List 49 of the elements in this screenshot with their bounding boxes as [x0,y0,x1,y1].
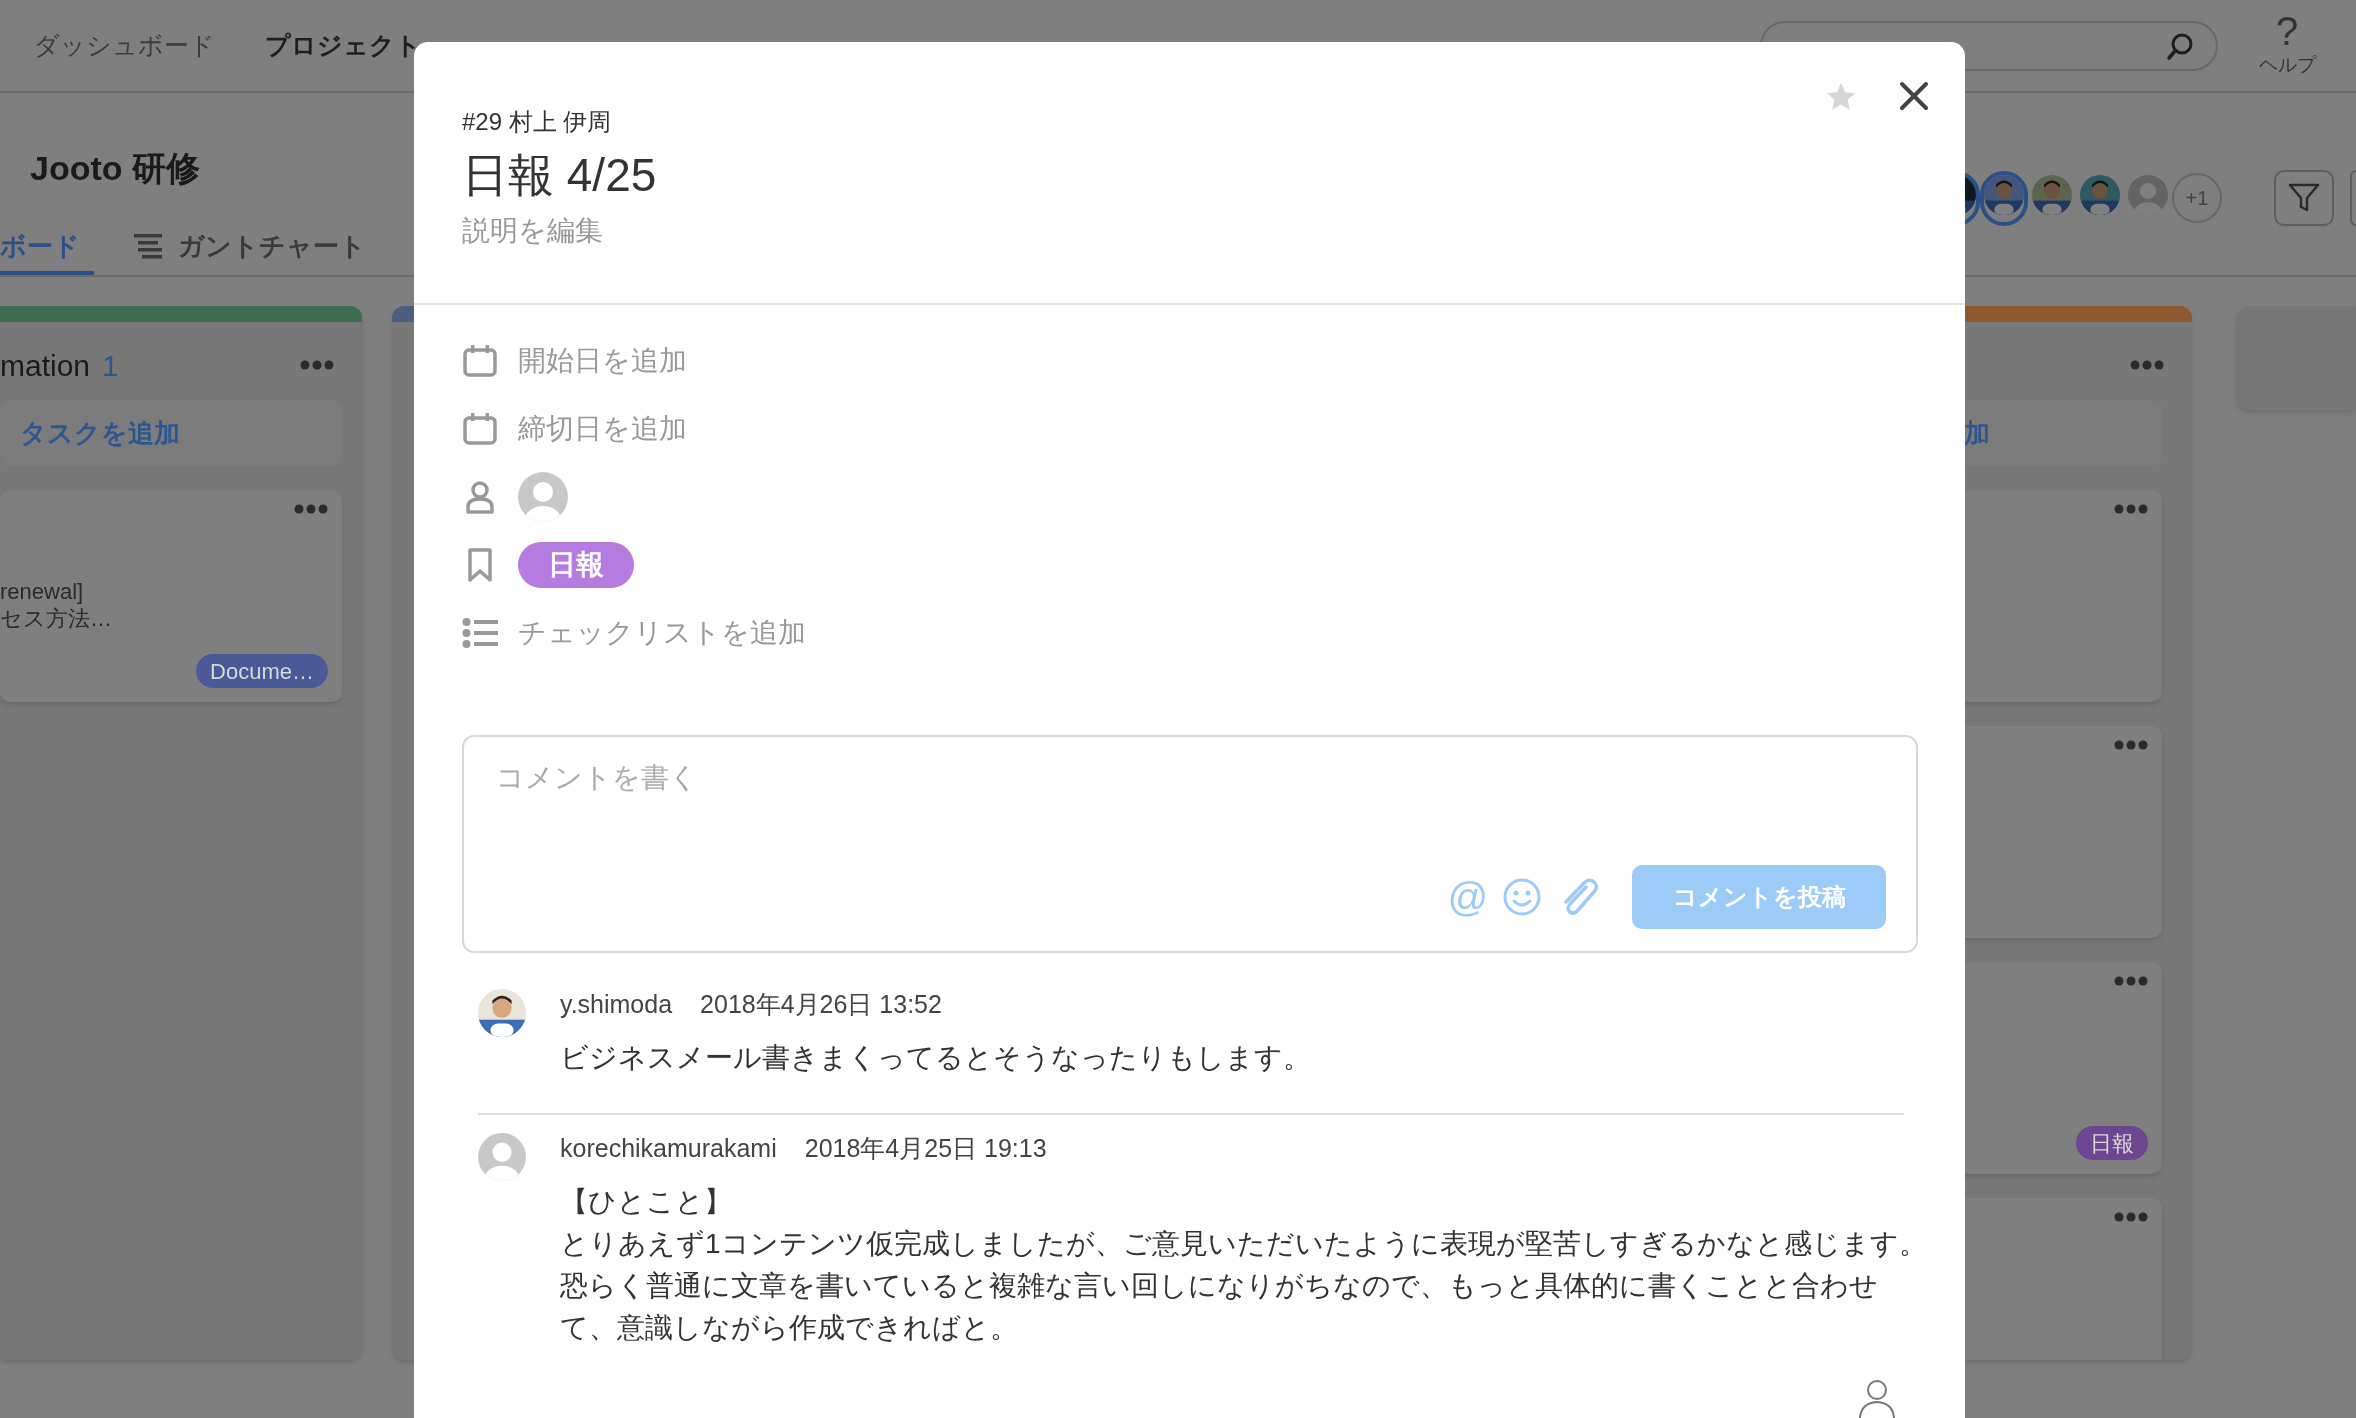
task-card[interactable]: renewal] セス方法… Docume… [0,490,342,702]
more-icon[interactable] [2114,740,2148,750]
more-icon[interactable] [294,504,328,514]
user-avatar [478,1133,526,1181]
comment-time: 2018年4月26日 13:52 [700,989,942,1021]
add-task-button[interactable]: タスクを追加 [0,400,342,466]
card-text: renewal] [0,578,84,605]
user-icon[interactable] [1858,1378,1896,1418]
more-icon[interactable] [300,360,334,370]
member-avatar[interactable] [1980,170,2028,226]
help-button[interactable]: ? ヘルプ [2218,11,2356,80]
more-members-badge[interactable]: +1 [2172,173,2222,223]
more-icon[interactable] [2114,504,2148,514]
tag-badge: Docume… [196,654,328,688]
comment-time: 2018年4月25日 19:13 [804,1133,1047,1165]
description-link[interactable]: 説明を編集 [462,210,603,252]
task-title: 日報 4/25 [462,148,657,203]
comment-text: 【ひとこと】 [560,1185,732,1219]
task-number: #29 村上 伊周 [462,107,612,137]
add-field-link[interactable]: チェックリストを追加 [518,612,806,654]
tag-badge[interactable]: 日報 [518,542,634,588]
filter-button[interactable] [2274,170,2334,226]
project-title: Jooto 研修 [30,148,200,189]
column-title: mation [0,347,91,384]
more-icon[interactable] [2130,360,2164,370]
more-icon[interactable] [2114,1212,2148,1222]
mention-button[interactable]: @ [1447,877,1488,917]
gantt-icon [134,233,164,259]
comment-text: て、意識しながら作成できればと。 [560,1311,1018,1345]
add-field-link[interactable]: 締切日を追加 [518,408,687,450]
nav-link[interactable]: ダッシュボード [34,26,215,65]
comment-box[interactable]: コメントを書く @ コメントを投稿 [462,735,1918,953]
comment-text: 恐らく普通に文章を書いていると複雑な言い回しになりがちなので、もっと具体的に書くことと合わせ [560,1269,1878,1303]
view-tab[interactable]: ボード [0,221,94,275]
calendar-icon [462,412,498,446]
task-count: 1 [102,347,119,384]
tag-badge: 日報 [2076,1126,2148,1160]
comment-text: ビジネスメール書きまくってるとそうなったりもします。 [560,1041,1311,1075]
comment-author: y.shimoda [560,989,673,1021]
calendar-icon [462,344,498,378]
more-icon[interactable] [2114,976,2148,986]
close-icon[interactable] [1898,80,1930,112]
card-text: セス方法… [0,605,112,632]
checklist-icon [462,616,498,650]
avatar-icon [2128,174,2168,215]
comment-text: とりあえず1コンテンツ仮完成しましたが、ご意見いただいたように表現が堅苦しすぎるかなと感じます。 [560,1227,1927,1261]
add-field-link[interactable]: 開始日を追加 [518,340,687,382]
comment-author: korechikamurakami [560,1133,777,1165]
view-tab[interactable]: ガントチャート [134,221,366,275]
